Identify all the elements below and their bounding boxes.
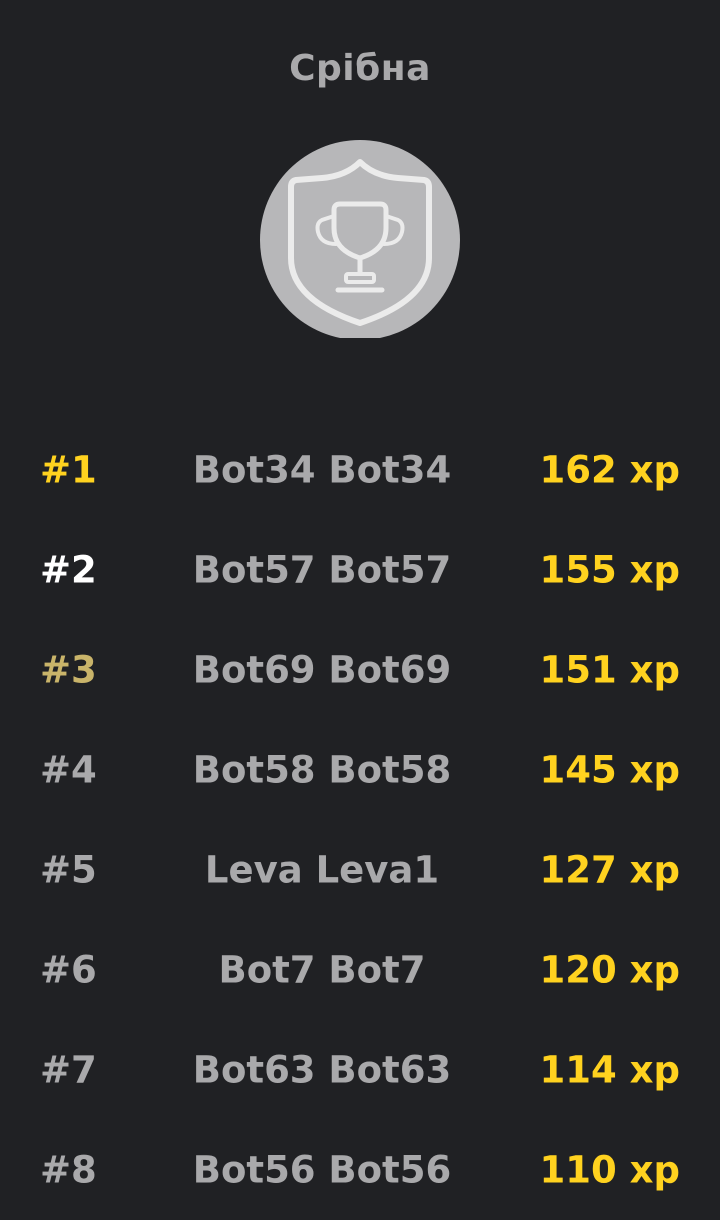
- rank-label: #5: [40, 848, 97, 892]
- xp-value: 162 xp: [539, 448, 680, 492]
- xp-value: 114 xp: [539, 1048, 680, 1092]
- rank-label: #1: [40, 448, 97, 492]
- shield-trophy-icon: [260, 140, 460, 338]
- leaderboard-row[interactable]: #8 Bot56 Bot56 110 xp: [0, 1120, 720, 1220]
- player-name: Bot69 Bot69: [192, 648, 452, 692]
- player-name: Bot7 Bot7: [218, 948, 426, 992]
- rank-label: #2: [40, 548, 97, 592]
- rank-label: #6: [40, 948, 97, 992]
- leaderboard-row[interactable]: #7 Bot63 Bot63 114 xp: [0, 1020, 720, 1120]
- xp-value: 120 xp: [539, 948, 680, 992]
- leaderboard-row[interactable]: #5 Leva Leva1 127 xp: [0, 820, 720, 920]
- leaderboard-row[interactable]: #1 Bot34 Bot34 162 xp: [0, 420, 720, 520]
- player-name: Bot63 Bot63: [192, 1048, 452, 1092]
- xp-value: 145 xp: [539, 748, 680, 792]
- xp-value: 110 xp: [539, 1148, 680, 1192]
- rank-label: #7: [40, 1048, 97, 1092]
- leaderboard-row[interactable]: #3 Bot69 Bot69 151 xp: [0, 620, 720, 720]
- xp-value: 155 xp: [539, 548, 680, 592]
- leaderboard-list: #1 Bot34 Bot34 162 xp #2 Bot57 Bot57 155…: [0, 420, 720, 1220]
- league-badge: [260, 140, 460, 340]
- xp-value: 127 xp: [539, 848, 680, 892]
- player-name: Bot58 Bot58: [192, 748, 452, 792]
- leaderboard-row[interactable]: #4 Bot58 Bot58 145 xp: [0, 720, 720, 820]
- rank-label: #3: [40, 648, 97, 692]
- player-name: Bot56 Bot56: [192, 1148, 452, 1192]
- leaderboard-row[interactable]: #6 Bot7 Bot7 120 xp: [0, 920, 720, 1020]
- rank-label: #8: [40, 1148, 97, 1192]
- league-title: Срібна: [289, 48, 431, 89]
- player-name: Bot34 Bot34: [192, 448, 452, 492]
- rank-label: #4: [40, 748, 97, 792]
- player-name: Bot57 Bot57: [192, 548, 452, 592]
- leaderboard-row[interactable]: #2 Bot57 Bot57 155 xp: [0, 520, 720, 620]
- player-name: Leva Leva1: [204, 848, 440, 892]
- xp-value: 151 xp: [539, 648, 680, 692]
